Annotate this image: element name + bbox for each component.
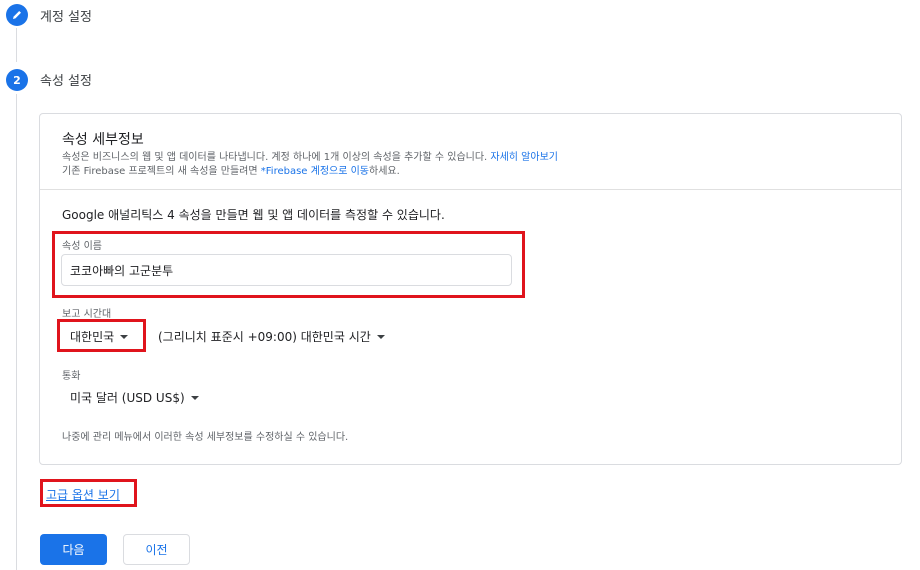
description-text: 기존 Firebase 프로젝트의 새 속성을 만들려면 [62, 166, 261, 177]
description-text: 하세요. [369, 166, 400, 177]
card-description-line1: 속성은 비즈니스의 웹 및 앱 데이터를 나타냅니다. 계정 하나에 1개 이상… [62, 148, 558, 163]
timezone-value: (그리니치 표준시 +09:00) 대한민국 시간 [158, 330, 371, 344]
card-header: 속성 세부정보 속성은 비즈니스의 웹 및 앱 데이터를 나타냅니다. 계정 하… [40, 114, 901, 190]
next-button[interactable]: 다음 [40, 534, 107, 565]
dropdown-caret-icon [376, 334, 385, 339]
stepper-rail [16, 94, 17, 570]
step-completed-icon [6, 4, 28, 26]
timezone-label: 보고 시간대 [62, 309, 112, 320]
highlight-box [57, 319, 146, 352]
currency-select[interactable]: 미국 달러 (USD US$) [70, 389, 199, 406]
edit-later-note: 나중에 관리 메뉴에서 이러한 속성 세부정보를 수정하실 수 있습니다. [62, 432, 349, 443]
step2-title: 속성 설정 [40, 74, 92, 89]
firebase-account-link[interactable]: *Firebase 계정으로 이동 [261, 166, 369, 177]
step1-title: 계정 설정 [40, 10, 92, 25]
learn-more-link[interactable]: 자세히 알아보기 [490, 152, 558, 163]
previous-button[interactable]: 이전 [123, 534, 190, 565]
card-title: 속성 세부정보 [62, 132, 144, 148]
currency-label: 통화 [62, 371, 81, 382]
step2-number-badge: 2 [6, 69, 28, 91]
highlight-box [52, 231, 525, 298]
highlight-box [40, 479, 137, 507]
card-description-line2: 기존 Firebase 프로젝트의 새 속성을 만들려면 *Firebase 계… [62, 162, 400, 177]
currency-value: 미국 달러 (USD US$) [70, 391, 185, 405]
pencil-icon [13, 11, 21, 19]
dropdown-caret-icon [190, 395, 199, 400]
timezone-select[interactable]: (그리니치 표준시 +09:00) 대한민국 시간 [158, 328, 385, 345]
stepper-rail [16, 28, 17, 62]
form-intro: Google 애널리틱스 4 속성을 만들면 웹 및 앱 데이터를 측정할 수 … [62, 208, 445, 222]
